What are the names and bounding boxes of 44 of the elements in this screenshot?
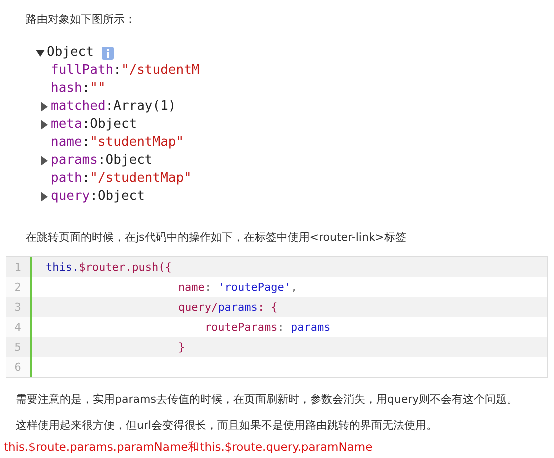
expand-triangle-icon[interactable] (40, 192, 49, 202)
collapse-triangle-icon[interactable] (36, 48, 45, 58)
property-key: fullPath (51, 62, 114, 80)
property-value: Object (106, 152, 153, 170)
property-key: params (51, 152, 98, 170)
colon: : (98, 152, 106, 170)
colon: : (82, 134, 90, 152)
code-line: } (177, 340, 186, 354)
intro-text: 路由对象如下图所示： (25, 12, 137, 28)
colon: : (82, 170, 90, 188)
line-number: 4 (6, 317, 30, 337)
expand-triangle-icon[interactable] (40, 156, 49, 166)
colon: : (82, 116, 90, 134)
property-value: Object (90, 116, 138, 134)
code-line: this.$router.push({ (46, 260, 172, 274)
code-line: name: 'routePage', (177, 280, 298, 294)
property-value: "studentMap" (90, 134, 184, 152)
code-line: query/params: { (177, 300, 278, 314)
body-text: 需要注意的是，实用params去传值的时候，在页面刷新时，参数会消失，用query则不会有这个问题。 (15, 392, 520, 408)
property-value: "/studentM (121, 62, 200, 80)
colon: : (90, 188, 98, 206)
colon: : (114, 62, 122, 80)
line-number: 6 (6, 357, 30, 377)
property-key: matched (51, 98, 106, 116)
colon: : (82, 80, 90, 98)
expand-triangle-icon[interactable] (40, 102, 49, 112)
property-value: "/studentMap" (90, 170, 192, 188)
property-key: name (51, 134, 82, 152)
expand-triangle-icon[interactable] (40, 120, 49, 130)
code-line: routeParams: params (204, 320, 331, 334)
property-key: hash (51, 80, 82, 98)
object-label: Object (47, 44, 94, 62)
property-value: Object (98, 188, 145, 206)
property-key: query (51, 188, 90, 206)
colon: : (106, 98, 114, 116)
highlighted-code-text: this.$route.params.paramName和this.$route.query.paramName (3, 439, 374, 455)
info-icon (102, 46, 114, 60)
body-text: 这样使用起来很方便，但url会变得很长，而且如果不是使用路由跳转的界面无法使用。 (15, 418, 439, 434)
property-key: path (51, 170, 82, 188)
property-value: Array(1) (114, 98, 176, 116)
line-number: 2 (6, 277, 30, 297)
property-key: meta (51, 116, 82, 134)
property-value: "" (90, 80, 106, 98)
body-text: 在跳转页面的时候，在js代码中的操作如下，在标签中使用<router-link>标签 (25, 230, 408, 246)
